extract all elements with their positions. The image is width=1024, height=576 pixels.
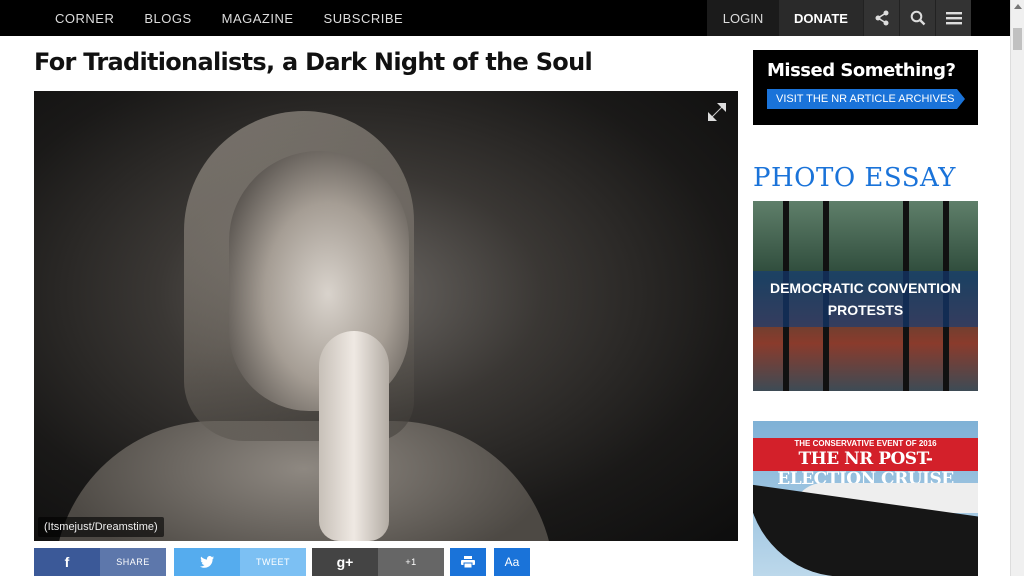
scroll-up-arrow-icon[interactable] <box>1014 4 1022 9</box>
photo-essay-heading: PHOTO ESSAY <box>753 163 956 193</box>
gplus-share-button[interactable]: g+ +1 <box>312 548 444 576</box>
nav-actions: LOGIN DONATE <box>707 0 971 36</box>
nav-magazine[interactable]: MAGAZINE <box>207 11 309 26</box>
scroll-thumb[interactable] <box>1013 28 1022 50</box>
cruise-ad[interactable]: THE CONSERVATIVE EVENT OF 2016 THE NR PO… <box>753 421 978 576</box>
photo-essay-caption: DEMOCRATIC CONVENTION PROTESTS <box>753 277 978 321</box>
text-size-button[interactable]: Aa <box>494 548 530 576</box>
photo-essay-card[interactable]: DEMOCRATIC CONVENTION PROTESTS <box>753 201 978 391</box>
top-nav-bar: CORNER BLOGS MAGAZINE SUBSCRIBE LOGIN DO… <box>0 0 1010 36</box>
article-hero-image: (Itsmejust/Dreamstime) <box>34 91 738 541</box>
facebook-share-label: SHARE <box>100 548 166 576</box>
nav-subscribe[interactable]: SUBSCRIBE <box>309 11 419 26</box>
share-icon[interactable] <box>863 0 899 36</box>
page-scrollbar[interactable] <box>1010 0 1024 576</box>
print-icon <box>461 556 475 568</box>
login-button[interactable]: LOGIN <box>707 0 779 36</box>
archive-ad-title: Missed Something? <box>767 60 956 81</box>
print-button[interactable] <box>450 548 486 576</box>
gplus-icon: g+ <box>312 548 378 576</box>
cruise-ad-kicker: THE CONSERVATIVE EVENT OF 2016 <box>794 439 937 448</box>
photo-essay-caption-line2: PROTESTS <box>827 302 904 318</box>
twitter-share-button[interactable]: TWEET <box>174 548 306 576</box>
facebook-share-button[interactable]: f SHARE <box>34 548 166 576</box>
archive-ad[interactable]: Missed Something? VISIT THE NR ARTICLE A… <box>753 50 978 125</box>
expand-image-icon[interactable] <box>707 102 727 122</box>
article-title: For Traditionalists, a Dark Night of the… <box>34 48 593 76</box>
menu-icon[interactable] <box>935 0 971 36</box>
donate-button[interactable]: DONATE <box>779 0 863 36</box>
twitter-share-label: TWEET <box>240 548 306 576</box>
search-icon[interactable] <box>899 0 935 36</box>
twitter-icon <box>174 548 240 576</box>
nav-corner[interactable]: CORNER <box>40 11 129 26</box>
main-nav: CORNER BLOGS MAGAZINE SUBSCRIBE <box>40 0 418 36</box>
gplus-share-label: +1 <box>378 548 444 576</box>
hero-figure-hands <box>319 331 389 541</box>
photo-credit: (Itsmejust/Dreamstime) <box>38 517 164 537</box>
nav-blogs[interactable]: BLOGS <box>129 11 206 26</box>
archive-ad-button[interactable]: VISIT THE NR ARTICLE ARCHIVES <box>767 89 965 109</box>
photo-essay-caption-line1: DEMOCRATIC CONVENTION <box>769 280 962 296</box>
facebook-icon: f <box>34 548 100 576</box>
